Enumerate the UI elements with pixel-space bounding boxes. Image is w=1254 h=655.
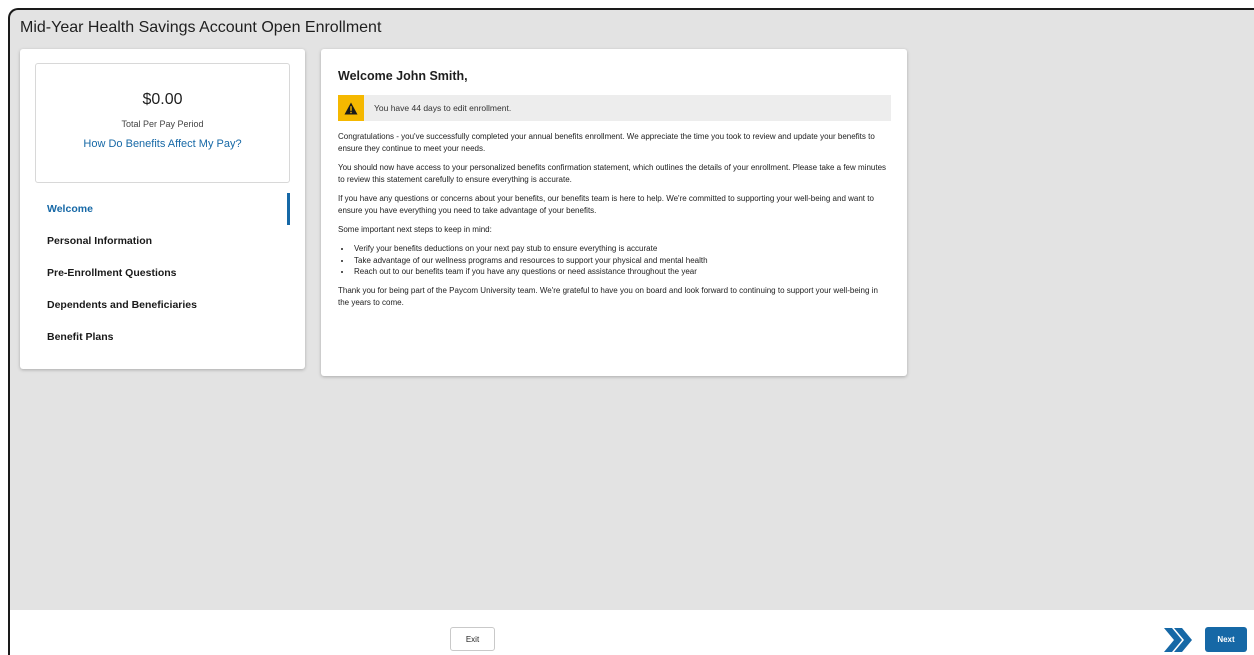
enrollment-nav: Welcome Personal Information Pre-Enrollm… [20, 193, 305, 353]
warning-icon [338, 95, 364, 121]
paragraph-closing: Thank you for being part of the Paycom U… [338, 285, 878, 307]
nav-item-dependents-beneficiaries[interactable]: Dependents and Beneficiaries [20, 289, 305, 321]
list-item: Verify your benefits deductions on your … [352, 243, 891, 255]
app-frame: Mid-Year Health Savings Account Open Enr… [8, 8, 1254, 655]
footer-bar: Exit Next [10, 610, 1254, 655]
total-amount-label: Total Per Pay Period [121, 119, 204, 129]
next-button[interactable]: Next [1205, 627, 1247, 652]
paragraph-questions: If you have any questions or concerns ab… [338, 194, 874, 215]
nav-item-welcome[interactable]: Welcome [20, 193, 305, 225]
list-item: Reach out to our benefits team if you ha… [352, 266, 891, 278]
nav-item-personal-information[interactable]: Personal Information [20, 225, 305, 257]
welcome-title: Welcome John Smith, [338, 69, 468, 83]
benefits-pay-link[interactable]: How Do Benefits Affect My Pay? [36, 138, 289, 150]
next-steps-list: Verify your benefits deductions on your … [352, 243, 891, 278]
enrollment-alert: You have 44 days to edit enrollment. [338, 95, 891, 121]
list-item: Take advantage of our wellness programs … [352, 255, 891, 267]
alert-text: You have 44 days to edit enrollment. [374, 103, 512, 113]
paragraph-next-steps-intro: Some important next steps to keep in min… [338, 225, 492, 234]
total-amount: $0.00 [142, 91, 183, 108]
paragraph-confirmation-statement: You should now have access to your perso… [338, 163, 887, 184]
page-title: Mid-Year Health Savings Account Open Enr… [20, 19, 382, 36]
double-chevron-right-icon [1163, 627, 1192, 653]
nav-item-benefit-plans[interactable]: Benefit Plans [20, 321, 305, 353]
pay-summary-card: $0.00 Total Per Pay Period How Do Benefi… [35, 63, 290, 183]
exit-button[interactable]: Exit [450, 627, 495, 651]
paragraph-congratulations: Congratulations - you've successfully co… [338, 132, 875, 153]
left-panel: $0.00 Total Per Pay Period How Do Benefi… [20, 49, 305, 369]
nav-item-pre-enrollment-questions[interactable]: Pre-Enrollment Questions [20, 257, 305, 289]
welcome-card: Welcome John Smith, You have 44 days to … [321, 49, 907, 376]
